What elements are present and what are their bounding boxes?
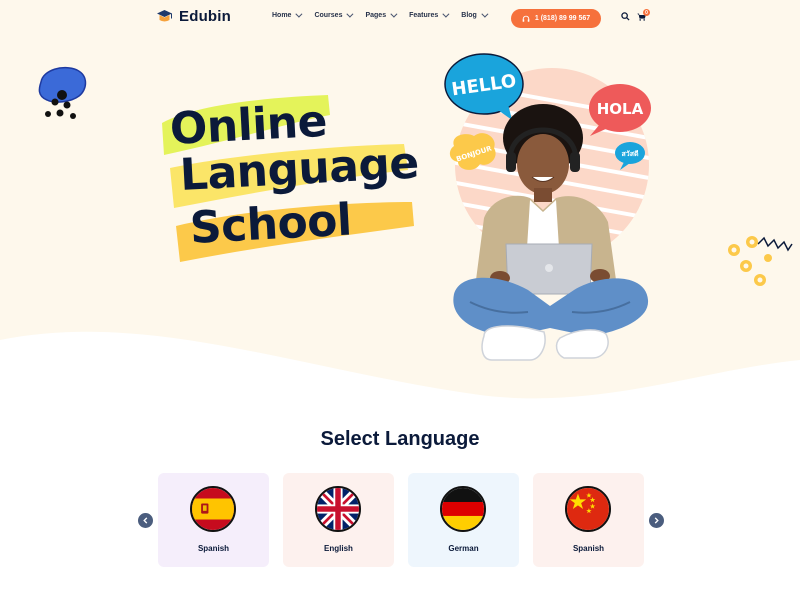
language-card-label: German xyxy=(448,544,479,553)
language-card-label: English xyxy=(324,544,353,553)
germany-flag-icon xyxy=(440,486,486,532)
phone-number: 1 (818) 89 99 567 xyxy=(534,15,591,22)
hero-student-illustration: HELLO HOLA BONJOUR สวัสดี xyxy=(444,53,651,361)
language-card-spanish[interactable]: Spanish xyxy=(158,473,269,567)
language-carousel: Spanish English German Spanish xyxy=(158,473,644,567)
hero-title-line-3: School xyxy=(188,194,353,254)
spain-flag-icon xyxy=(190,486,236,532)
hero-wave-divider xyxy=(0,331,800,410)
carousel-prev-button[interactable] xyxy=(138,513,153,528)
nav-item-home[interactable]: Home xyxy=(272,10,303,19)
language-card-english[interactable]: English xyxy=(283,473,394,567)
chevron-right-icon xyxy=(654,517,659,524)
section-title: Select Language xyxy=(320,428,480,450)
search-icon[interactable] xyxy=(621,12,630,21)
nav-label: Features xyxy=(409,12,439,19)
language-card-label: Spanish xyxy=(197,544,230,553)
bubble-hola-text: HOLA xyxy=(597,100,644,118)
nav-label: Blog xyxy=(461,12,477,19)
language-card-german[interactable]: German xyxy=(408,473,519,567)
nav-item-features[interactable]: Features xyxy=(409,10,450,19)
headset-icon xyxy=(522,15,530,22)
chevron-down-icon xyxy=(442,10,450,18)
chevron-left-icon xyxy=(143,517,148,524)
language-card-chinese[interactable]: Spanish xyxy=(533,473,644,567)
nav-item-blog[interactable]: Blog xyxy=(461,10,489,19)
decorative-confetti xyxy=(728,236,793,286)
nav-label: Pages xyxy=(365,12,387,19)
nav-label: Courses xyxy=(314,12,343,19)
chevron-down-icon xyxy=(481,10,489,18)
nav-label: Home xyxy=(272,12,292,19)
graduation-cap-icon xyxy=(157,9,172,21)
uk-flag-icon xyxy=(315,486,361,532)
main-nav: Home Courses Pages Features Blog xyxy=(272,10,500,19)
site-header: Edubin Home Courses Pages Features Blog … xyxy=(0,0,800,36)
bubble-thai-text: สวัสดี xyxy=(621,150,638,158)
decorative-blob xyxy=(38,66,87,119)
call-button[interactable]: 1 (818) 89 99 567 xyxy=(511,9,601,28)
brand-logo[interactable]: Edubin xyxy=(156,8,231,25)
language-card-label: Spanish xyxy=(572,544,605,553)
carousel-next-button[interactable] xyxy=(649,513,664,528)
china-flag-icon xyxy=(565,486,611,532)
chevron-down-icon xyxy=(346,10,354,18)
cart-count-badge: 0 xyxy=(643,9,650,16)
nav-item-pages[interactable]: Pages xyxy=(365,10,398,19)
chevron-down-icon xyxy=(295,10,303,18)
brand-name: Edubin xyxy=(179,8,232,25)
chevron-down-icon xyxy=(390,10,398,18)
nav-item-courses[interactable]: Courses xyxy=(314,10,354,19)
